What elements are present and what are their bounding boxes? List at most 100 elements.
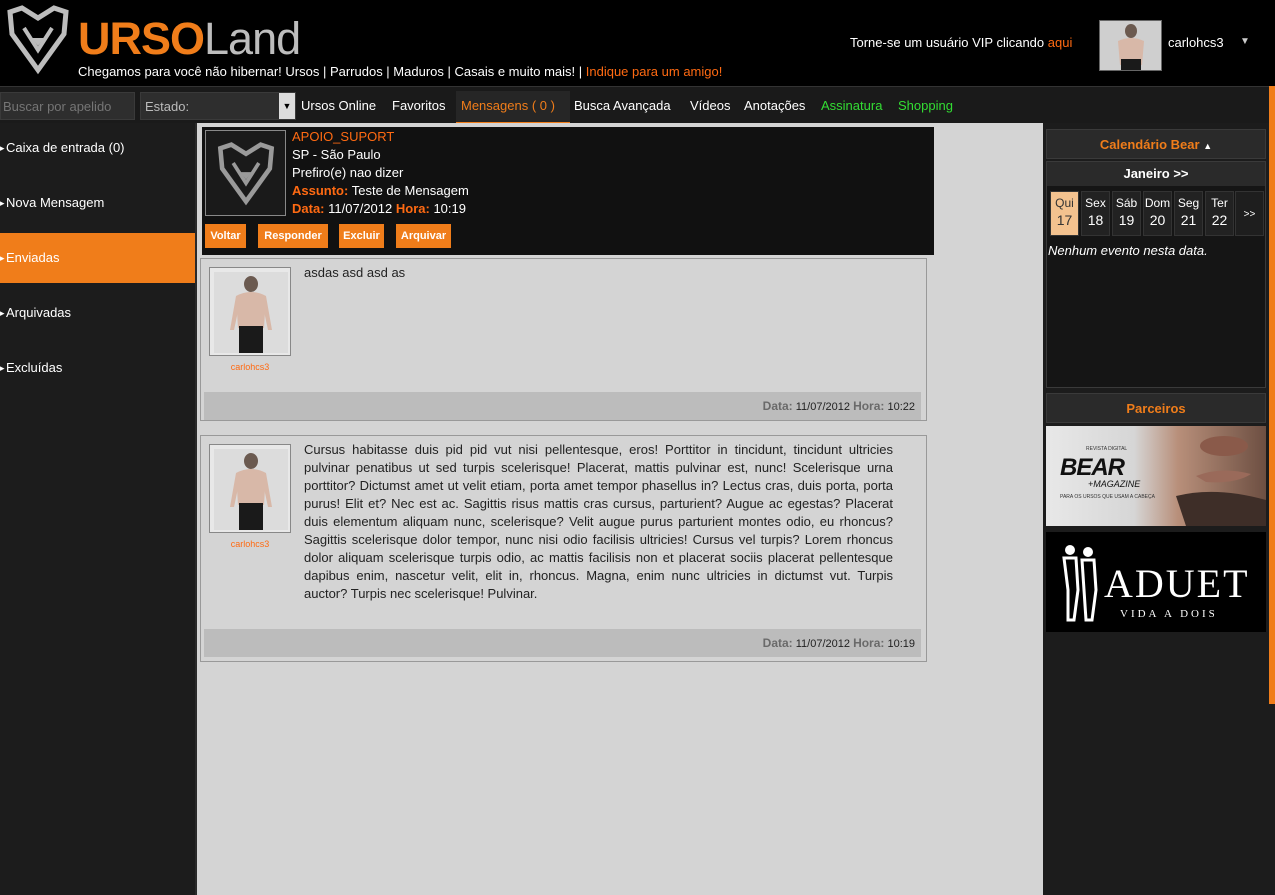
nav-videos[interactable]: Vídeos	[690, 98, 730, 113]
calendar-day[interactable]: Ter 22	[1205, 191, 1234, 236]
day-name: Seg	[1177, 196, 1200, 210]
message-header: APOIO_SUPORT SP - São Paulo Prefiro(e) n…	[202, 127, 934, 255]
calendar-day[interactable]: Seg 21	[1174, 191, 1203, 236]
tagline-text: Chegamos para você não hibernar! Ursos |…	[78, 64, 583, 79]
chevron-down-icon[interactable]: ▼	[279, 93, 295, 119]
user-photo-icon	[214, 449, 288, 530]
calendar-day[interactable]: Dom 20	[1143, 191, 1172, 236]
site-header: URSOLand Chegamos para você não hibernar…	[0, 0, 1275, 86]
sender-preference: Prefiro(e) nao dizer	[292, 165, 404, 180]
chevron-down-icon[interactable]: ▼	[1240, 36, 1250, 47]
invite-friend-link[interactable]: Indique para um amigo!	[586, 64, 723, 79]
sender-location: SP - São Paulo	[292, 147, 381, 162]
nav-shopping[interactable]: Shopping	[898, 98, 953, 113]
time-value: 10:22	[887, 401, 915, 413]
couple-figure-icon	[1062, 545, 1098, 622]
calendar-next-button[interactable]: >>	[1235, 191, 1264, 236]
back-button[interactable]: Voltar	[205, 224, 246, 248]
aduet-banner[interactable]: ADUET VIDA A DOIS	[1046, 532, 1266, 632]
username[interactable]: carlohcs3	[1168, 35, 1224, 50]
date-value: 11/07/2012	[328, 201, 393, 216]
message-username[interactable]: carlohcs3	[209, 539, 291, 549]
main-nav: Estado: ▼ Ursos Online Favoritos Mensage…	[0, 86, 1269, 124]
bear-magazine-sub: +MAGAZINE	[1088, 479, 1141, 489]
state-select[interactable]: Estado: ▼	[140, 92, 296, 120]
bear-logo-icon[interactable]	[2, 4, 74, 76]
calendar-month[interactable]: Janeiro >>	[1047, 162, 1265, 186]
user-photo-icon	[1100, 21, 1161, 70]
aduet-logo: ADUET	[1104, 561, 1250, 606]
date-value: 11/07/2012	[795, 401, 850, 413]
search-input[interactable]	[0, 92, 135, 120]
logo-land: Land	[204, 13, 301, 64]
folder-sent[interactable]: Enviadas	[0, 233, 195, 283]
message-datetime: Data: 11/07/2012 Hora: 10:19	[292, 201, 466, 216]
nav-mensagens[interactable]: Mensagens ( 0 )	[461, 98, 555, 113]
aduet-slogan: VIDA A DOIS	[1120, 608, 1218, 620]
partners-title: Parceiros	[1046, 393, 1266, 423]
message-avatar[interactable]	[209, 267, 291, 356]
message-folders: Caixa de entrada (0) Nova Mensagem Envia…	[0, 123, 195, 895]
folder-archived[interactable]: Arquivadas	[0, 288, 195, 338]
time-label: Hora:	[395, 201, 430, 216]
subject-label: Assunto:	[292, 183, 349, 198]
reply-button[interactable]: Responder	[258, 224, 328, 248]
site-logo[interactable]: URSOLand	[78, 13, 301, 64]
message-avatar[interactable]	[209, 444, 291, 533]
nav-ursos-online[interactable]: Ursos Online	[301, 98, 376, 113]
vip-link[interactable]: aqui	[1048, 35, 1073, 50]
page-edge-accent	[1269, 86, 1275, 704]
thread-message: carlohcs3 Cursus habitasse duis pid pid …	[200, 435, 927, 662]
message-footer: Data: 11/07/2012 Hora: 10:22	[204, 392, 921, 420]
bear-magazine-kicker: REVISTA DIGITAL	[1086, 446, 1128, 452]
bear-magazine-slogan: PARA OS URSOS QUE USAM A CABEÇA	[1060, 494, 1155, 500]
day-name: Dom	[1144, 196, 1171, 210]
logo-urso: URSO	[78, 13, 205, 64]
folder-new-message[interactable]: Nova Mensagem	[0, 178, 195, 228]
nav-busca-avancada[interactable]: Busca Avançada	[574, 98, 671, 113]
folder-deleted[interactable]: Excluídas	[0, 343, 195, 393]
folder-inbox[interactable]: Caixa de entrada (0)	[0, 123, 195, 173]
vip-text: Torne-se um usuário VIP clicando	[850, 35, 1045, 50]
chevron-up-icon: ▲	[1203, 141, 1213, 151]
calendar-day[interactable]: Sáb 19	[1112, 191, 1141, 236]
calendar-panel: Janeiro >> Qui 17 Sex 18 Sáb 19 Dom 20 S…	[1046, 161, 1266, 388]
date-value: 11/07/2012	[795, 638, 850, 650]
nav-anotacoes[interactable]: Anotações	[744, 98, 805, 113]
nav-assinatura[interactable]: Assinatura	[821, 98, 882, 113]
time-value: 10:19	[887, 638, 915, 650]
calendar-title[interactable]: Calendário Bear ▲	[1046, 129, 1266, 159]
nav-favoritos[interactable]: Favoritos	[392, 98, 445, 113]
date-label: Data:	[762, 636, 793, 650]
day-name: Qui	[1055, 196, 1074, 210]
sender-avatar[interactable]	[205, 130, 286, 216]
calendar-empty-message: Nenhum evento nesta data.	[1048, 243, 1208, 258]
vip-prompt: Torne-se um usuário VIP clicando aqui	[850, 35, 1072, 50]
message-subject: Assunto: Teste de Mensagem	[292, 183, 469, 198]
day-name: Ter	[1211, 196, 1228, 210]
message-footer: Data: 11/07/2012 Hora: 10:19	[204, 629, 921, 657]
day-number: 21	[1180, 212, 1197, 228]
delete-button[interactable]: Excluir	[339, 224, 384, 248]
day-name: Sáb	[1115, 196, 1138, 210]
message-body: asdas asd asd as	[304, 265, 406, 280]
date-label: Data:	[762, 399, 793, 413]
state-select-label: Estado:	[145, 99, 190, 114]
thread-message: carlohcs3 asdas asd asd as Data: 11/07/2…	[200, 258, 927, 421]
day-number: 19	[1118, 212, 1135, 228]
calendar-day[interactable]: Qui 17	[1050, 191, 1079, 236]
right-sidebar: Calendário Bear ▲ Janeiro >> Qui 17 Sex …	[1045, 123, 1269, 895]
time-value: 10:19	[433, 201, 466, 216]
day-name: Sex	[1085, 196, 1106, 210]
calendar-title-text: Calendário Bear	[1099, 137, 1200, 152]
date-label: Data:	[292, 201, 325, 216]
bear-logo-icon	[217, 142, 275, 206]
archive-button[interactable]: Arquivar	[396, 224, 451, 248]
day-number: 18	[1087, 212, 1104, 228]
message-username[interactable]: carlohcs3	[209, 362, 291, 372]
user-avatar[interactable]	[1099, 20, 1162, 71]
sender-name[interactable]: APOIO_SUPORT	[292, 129, 394, 144]
bear-magazine-banner[interactable]: REVISTA DIGITAL BEAR +MAGAZINE PARA OS U…	[1046, 426, 1266, 526]
calendar-day[interactable]: Sex 18	[1081, 191, 1110, 236]
day-number: 22	[1211, 212, 1228, 228]
